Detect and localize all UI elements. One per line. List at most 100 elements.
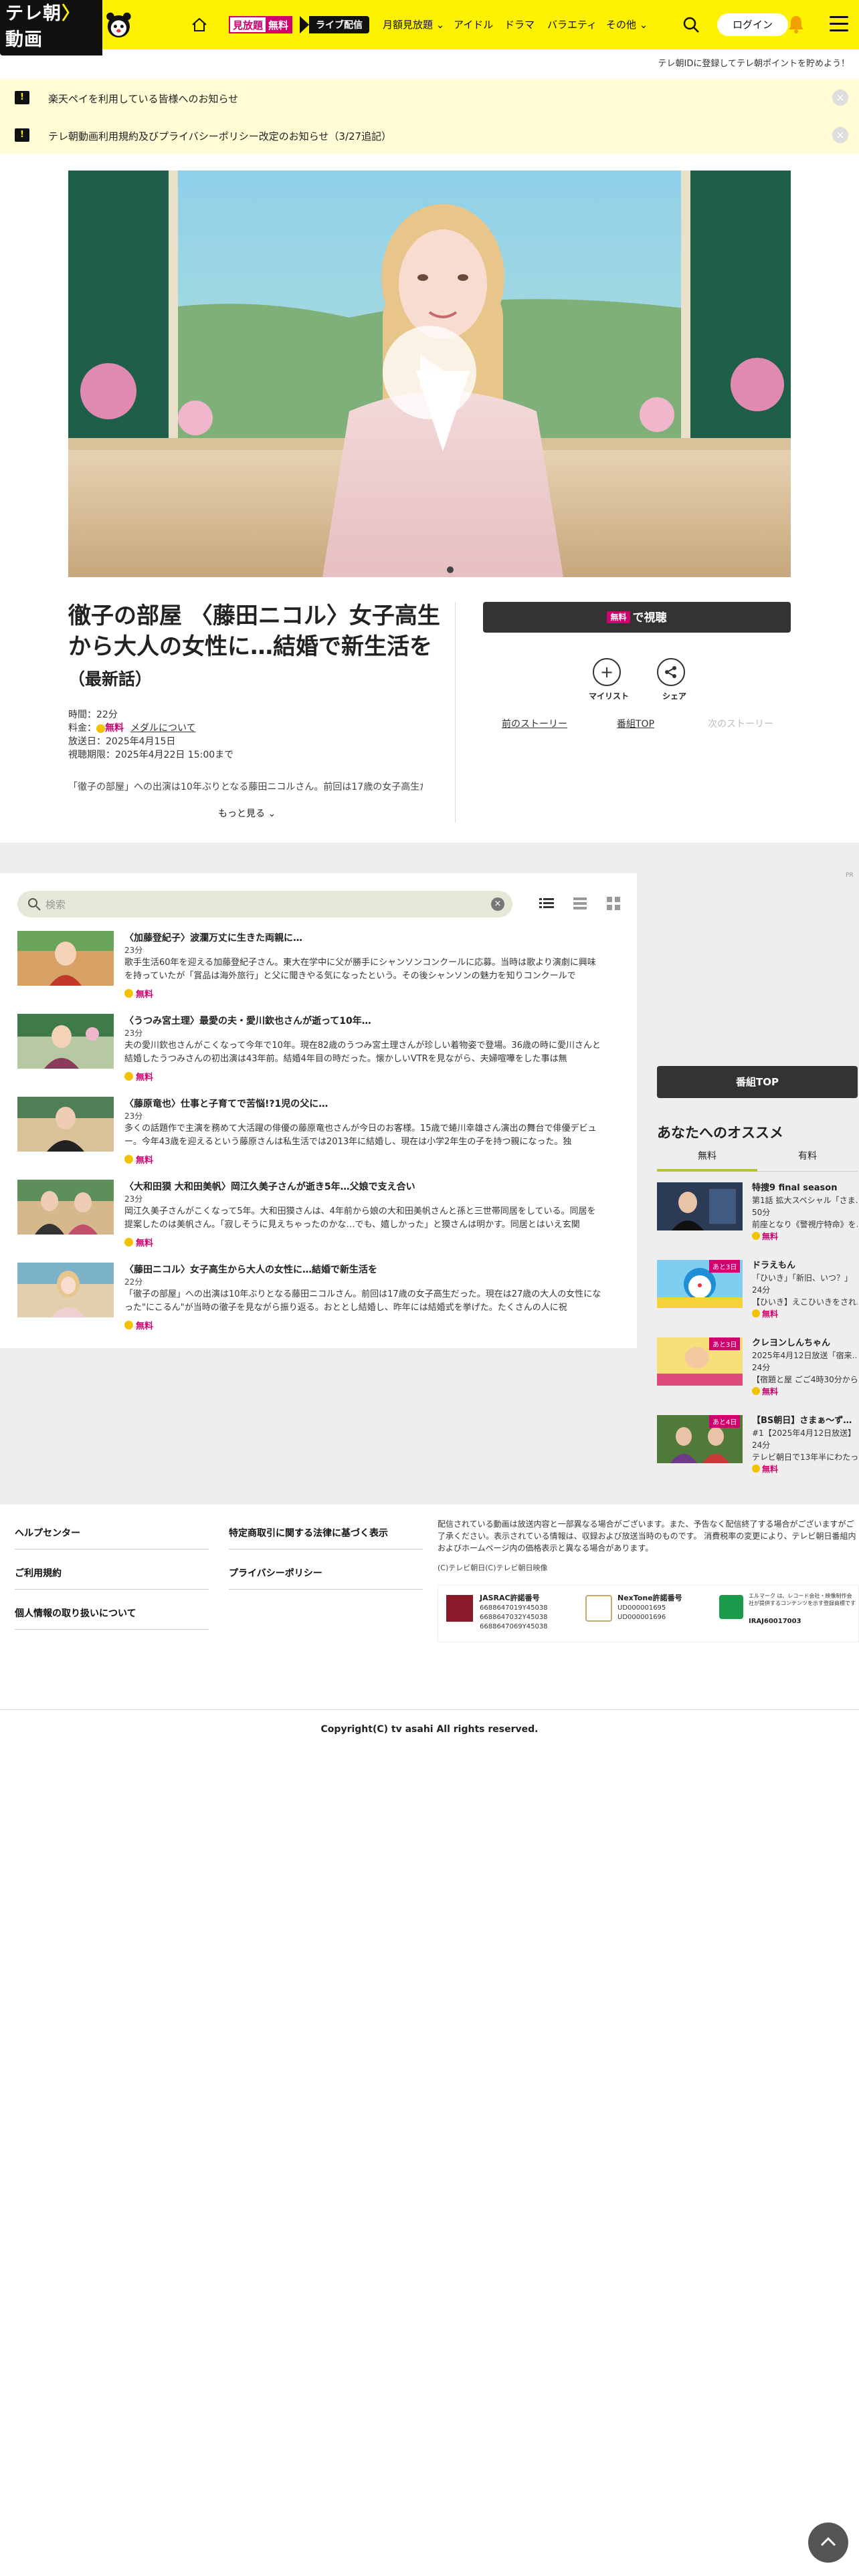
list-item[interactable]: 〈大和田獏 大和田美帆〉岡江久美子さんが逝き5年…父娘で支え合い 23分 岡江久…: [17, 1180, 619, 1253]
footer-copy-small: (C)テレビ朝日(C)テレビ朝日映像: [438, 1564, 548, 1572]
list-item-duration: 23分: [124, 1111, 143, 1121]
live-badge[interactable]: ライブ配信: [300, 16, 369, 33]
detail-view-icon[interactable]: [571, 895, 589, 912]
list-item-duration: 23分: [124, 1194, 143, 1204]
play-button[interactable]: [383, 326, 476, 419]
info-icon: !: [15, 91, 29, 104]
rec-thumbnail: [657, 1182, 743, 1230]
site-logo[interactable]: テレ朝〉動画: [0, 0, 134, 56]
episode-duration: 時間：22分: [68, 710, 118, 720]
free-badge: 無料: [124, 1236, 153, 1249]
hamburger-menu-icon[interactable]: [830, 16, 848, 33]
list-item-title[interactable]: 〈藤田ニコル〉女子高生から大人の女性に…結婚で新生活を: [124, 1263, 377, 1276]
episode-air-date: 放送日：2025年4月15日: [68, 736, 176, 747]
list-item-description: 夫の愛川欽也さんがこくなって今年で10年。現在82歳のうつみ宮土理さんが珍しい着…: [124, 1041, 601, 1064]
login-button[interactable]: ログイン: [717, 13, 788, 36]
rec-title[interactable]: ドラえもん: [752, 1260, 858, 1271]
notice-text[interactable]: 楽天ペイを利用している皆様へのお知らせ: [48, 92, 238, 106]
list-item-title[interactable]: 〈大和田獏 大和田美帆〉岡江久美子さんが逝き5年…父娘で支え合い: [124, 1180, 415, 1193]
footer-link-help[interactable]: ヘルプセンター: [15, 1526, 80, 1539]
player-indicator: [447, 566, 454, 573]
live-label: ライブ配信: [309, 16, 369, 33]
free-badge: 無料: [752, 1386, 778, 1397]
tab-free[interactable]: 無料: [657, 1149, 757, 1162]
home-icon[interactable]: [191, 16, 208, 33]
clear-icon[interactable]: ×: [491, 897, 504, 911]
video-player[interactable]: [68, 171, 791, 577]
footer-divider: [15, 1629, 209, 1630]
divider: [455, 602, 456, 823]
list-item-duration: 23分: [124, 1029, 143, 1038]
nav-variety[interactable]: バラエティ: [547, 17, 597, 31]
program-top-link[interactable]: 番組TOP: [617, 717, 654, 730]
active-tab-indicator: [657, 1169, 757, 1172]
mihodai-badge[interactable]: 見放題 無料: [229, 16, 293, 33]
footer-link-personal-info[interactable]: 個人情報の取り扱いについて: [15, 1606, 136, 1620]
grid-view-icon[interactable]: [605, 895, 622, 912]
search-icon[interactable]: [681, 15, 701, 35]
days-left-tag: あと4日: [709, 1415, 741, 1428]
tab-paid[interactable]: 有料: [757, 1149, 858, 1162]
list-item[interactable]: 〈うつみ宮土理〉最愛の夫・愛川欽也さんが逝って10年… 23分 夫の愛川欽也さん…: [17, 1014, 619, 1087]
list-item[interactable]: 〈加藤登紀子〉波瀾万丈に生きた両親に… 23分 歌手生活60年を迎える加藤登紀子…: [17, 931, 619, 1004]
close-icon[interactable]: ×: [832, 90, 848, 106]
list-view-icon[interactable]: [538, 895, 555, 912]
notice-bar[interactable]: ! 楽天ペイを利用している皆様へのお知らせ ×: [0, 79, 859, 116]
mihodai-free-label: 無料: [266, 17, 292, 32]
list-item-duration: 23分: [124, 946, 143, 955]
list-item-title[interactable]: 〈加藤登紀子〉波瀾万丈に生きた両親に…: [124, 931, 302, 944]
list-item-title[interactable]: 〈藤原竜也〉仕事と子育てで苦悩!?1児の父に…: [124, 1097, 328, 1110]
mylist-add-icon[interactable]: +: [593, 658, 621, 686]
jasrac-number: 6688647019Y45038: [480, 1604, 548, 1612]
footer-link-terms[interactable]: ご利用規約: [15, 1566, 62, 1580]
footer-link-commerce-law[interactable]: 特定商取引に関する法律に基づく表示: [229, 1526, 388, 1539]
recommendation-item[interactable]: あと3日 クレヨンしんちゃん 2025年4月12日放送「宿来… 24分 【宿題と…: [657, 1337, 858, 1407]
rec-duration: 24分: [752, 1285, 771, 1295]
scroll-to-top-button[interactable]: [808, 2523, 848, 2563]
rec-description: 前座となり《警視庁特命》を…: [752, 1220, 858, 1229]
rec-title[interactable]: クレヨンしんちゃん: [752, 1337, 858, 1349]
bell-icon[interactable]: [787, 13, 805, 35]
share-icon[interactable]: [657, 658, 685, 686]
watch-free-button[interactable]: 無料 で視聴: [483, 602, 791, 633]
jasrac-number: 6688647069Y45038: [480, 1623, 548, 1630]
episode-thumbnail: [17, 931, 114, 986]
next-story-link: 次のストーリー: [708, 719, 773, 730]
nav-drama[interactable]: ドラマ: [504, 17, 535, 31]
list-item[interactable]: 〈藤原竜也〉仕事と子育てで苦悩!?1児の父に… 23分 多くの話題作で主演を務め…: [17, 1097, 619, 1170]
point-banner-text[interactable]: テレ朝IDに登録してテレ朝ポイントを貯めよう！: [658, 56, 850, 69]
episode-price: 料金： 無料 メダルについて: [68, 723, 196, 734]
nav-other[interactable]: その他 ⌄: [606, 17, 648, 31]
copyright: Copyright(C) tv asahi All rights reserve…: [320, 1724, 539, 1735]
nav-idol[interactable]: アイドル: [454, 17, 493, 31]
site-header: テレ朝〉動画 見放題 無料 ライブ配信 月額見放題 ⌄ アイドル ドラマ バラエ…: [0, 0, 859, 56]
episode-thumbnail: [17, 1180, 114, 1235]
nextone-title: NexTone許諾番号: [617, 1594, 682, 1602]
program-top-button[interactable]: 番組TOP: [657, 1066, 858, 1098]
close-icon[interactable]: ×: [832, 127, 848, 143]
list-item-description: 岡江久美子さんがこくなって5年。大和田獏さんは、4年前から娘の大和田美帆さんと孫…: [124, 1206, 596, 1230]
rec-title[interactable]: 【BS朝日】さまぁ〜ず…: [752, 1415, 858, 1426]
list-item[interactable]: 〈藤田ニコル〉女子高生から大人の女性に…結婚で新生活を 22分 「徹子の部屋」へ…: [17, 1263, 619, 1336]
footer-link-privacy[interactable]: プライバシーポリシー: [229, 1566, 322, 1580]
live-play-icon: [300, 16, 309, 33]
prev-story-link[interactable]: 前のストーリー: [502, 717, 567, 730]
rec-title[interactable]: 特捜9 final season: [752, 1182, 858, 1194]
notice-bar[interactable]: ! テレ朝動画利用規約及びプライバシーポリシー改定のお知らせ（3/27追記） ×: [0, 116, 859, 154]
nav-monthly[interactable]: 月額見放題 ⌄: [383, 17, 444, 31]
show-more-button[interactable]: もっと見る ⌄: [218, 807, 276, 820]
medal-info-link[interactable]: メダルについて: [130, 723, 196, 734]
episode-title: 徹子の部屋 〈藤田ニコル〉女子高生から大人の女性に…結婚で新生活を（最新話）: [68, 603, 440, 689]
recommendation-item[interactable]: 特捜9 final season 第1話 拡大スペシャル「さま… 50分 前座と…: [657, 1182, 858, 1252]
recommendation-item[interactable]: あと3日 ドラえもん 「ひいき」「新旧、いつ？」 24分 【ひいき】えこひいきを…: [657, 1260, 858, 1329]
chevron-down-icon: ⌄: [268, 809, 276, 819]
notice-text[interactable]: テレ朝動画利用規約及びプライバシーポリシー改定のお知らせ（3/27追記）: [48, 129, 391, 143]
rec-duration: 24分: [752, 1440, 771, 1450]
list-item-title[interactable]: 〈うつみ宮土理〉最愛の夫・愛川欽也さんが逝って10年…: [124, 1014, 371, 1027]
episode-search-input[interactable]: 検索 ×: [17, 891, 512, 918]
list-item-description: 多くの話題作で主演を務めて大活躍の俳優の藤原竜也さんが今日のお客様。15歳で蜷川…: [124, 1123, 597, 1147]
jasrac-logo: [446, 1595, 473, 1622]
recommendation-item[interactable]: あと4日 【BS朝日】さまぁ〜ず… #1【2025年4月12日放送】 24分 テ…: [657, 1415, 858, 1485]
jasrac-title: JASRAC許諾番号: [480, 1594, 540, 1602]
days-left-tag: あと3日: [709, 1337, 741, 1350]
